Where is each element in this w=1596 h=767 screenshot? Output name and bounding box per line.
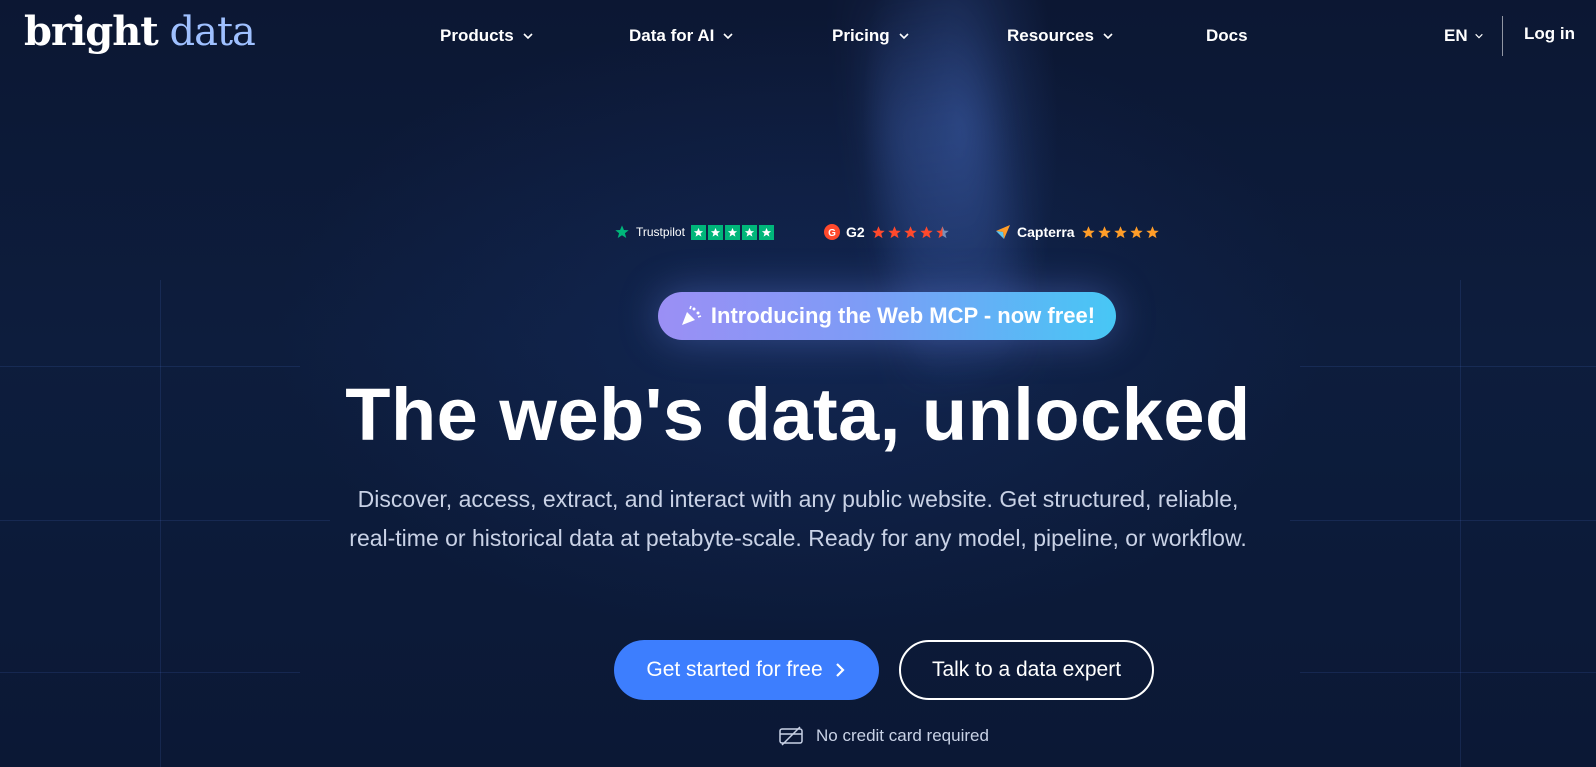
- grid-line: [160, 280, 161, 767]
- site-header: bright data Products Data for AI Pricing…: [0, 0, 1596, 72]
- logo-word-bright: bright: [24, 8, 159, 55]
- language-selector[interactable]: EN: [1444, 24, 1484, 48]
- chevron-down-icon: [723, 33, 733, 40]
- trustpilot-label: Trustpilot: [636, 225, 685, 239]
- chevron-down-icon: [523, 33, 533, 40]
- announcement-pill[interactable]: Introducing the Web MCP - now free!: [658, 292, 1116, 340]
- star-icon: [724, 224, 740, 240]
- get-started-label: Get started for free: [646, 658, 823, 681]
- hero-subtext: Discover, access, extract, and interact …: [349, 486, 1247, 551]
- grid-line: [1300, 366, 1596, 367]
- bright-data-logo[interactable]: bright data: [24, 6, 256, 58]
- nav-label: Products: [440, 26, 514, 45]
- grid-line: [0, 520, 330, 521]
- star-icon: [758, 224, 774, 240]
- trustpilot-stars: [690, 224, 775, 240]
- ratings-bar: Trustpilot G G2 Capterra: [0, 220, 1596, 244]
- star-icon: [690, 224, 706, 240]
- nav-resources[interactable]: Resources: [1007, 24, 1114, 48]
- hero-headline: The web's data, unlocked: [345, 373, 1251, 456]
- nav-products[interactable]: Products: [440, 24, 534, 48]
- star-icon: [707, 224, 723, 240]
- chevron-down-icon: [899, 33, 909, 40]
- g2-label: G2: [846, 224, 865, 240]
- g2-rating[interactable]: G G2: [824, 220, 950, 244]
- svg-text:G: G: [828, 228, 836, 239]
- nav-docs[interactable]: Docs: [1206, 24, 1248, 48]
- announcement-text: Introducing the Web MCP - now free!: [710, 303, 1096, 328]
- star-icon: [1113, 225, 1127, 238]
- star-icon: [919, 225, 933, 238]
- star-icon: [1081, 225, 1095, 238]
- header-divider: [1502, 16, 1503, 56]
- trustpilot-rating[interactable]: Trustpilot: [614, 220, 775, 244]
- capterra-stars: [1081, 225, 1160, 240]
- capterra-label: Capterra: [1017, 224, 1075, 240]
- no-credit-card-note: No credit card required: [778, 724, 989, 748]
- chevron-right-icon: [835, 663, 845, 677]
- party-popper-icon: [681, 305, 702, 325]
- star-icon: [887, 225, 901, 238]
- nav-label: Resources: [1007, 26, 1094, 45]
- talk-to-expert-label: Talk to a data expert: [931, 658, 1122, 681]
- star-icon: [903, 225, 917, 238]
- nav-label: Pricing: [832, 26, 890, 45]
- login-link[interactable]: Log in: [1524, 24, 1575, 44]
- half-star-icon: [935, 225, 949, 238]
- star-icon: [741, 224, 757, 240]
- no-credit-card-text: No credit card required: [816, 726, 989, 745]
- star-icon: [871, 225, 885, 238]
- trustpilot-star-icon: [615, 225, 629, 238]
- language-label: EN: [1444, 26, 1468, 45]
- nav-pricing[interactable]: Pricing: [832, 24, 910, 48]
- nav-label: Docs: [1206, 26, 1248, 45]
- get-started-button[interactable]: Get started for free: [614, 640, 879, 700]
- nav-data-for-ai[interactable]: Data for AI: [629, 24, 734, 48]
- logo-word-data: data: [169, 9, 255, 55]
- grid-line: [1290, 520, 1596, 521]
- credit-card-off-icon: [779, 726, 803, 746]
- star-icon: [1097, 225, 1111, 238]
- capterra-logo-icon: [996, 225, 1010, 239]
- grid-line: [1300, 672, 1596, 673]
- talk-to-expert-button[interactable]: Talk to a data expert: [899, 640, 1154, 700]
- star-icon: [1145, 225, 1159, 238]
- grid-line: [0, 672, 300, 673]
- chevron-down-icon: [1474, 33, 1483, 39]
- grid-line: [1460, 280, 1461, 767]
- grid-line: [0, 366, 300, 367]
- g2-stars: [871, 225, 950, 240]
- capterra-rating[interactable]: Capterra: [995, 220, 1160, 244]
- nav-label: Data for AI: [629, 26, 715, 45]
- g2-logo-icon: G: [824, 224, 840, 240]
- chevron-down-icon: [1103, 33, 1113, 40]
- star-icon: [1129, 225, 1143, 238]
